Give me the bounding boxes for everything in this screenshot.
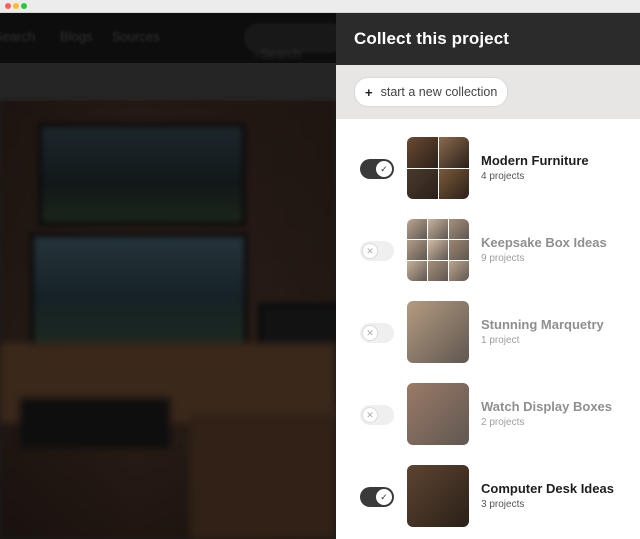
collection-name: Computer Desk Ideas — [481, 481, 614, 496]
collection-toggle[interactable]: ✕ — [360, 323, 394, 343]
collection-count: 4 projects — [481, 171, 525, 182]
collection-toggle[interactable]: ✕ — [360, 241, 394, 261]
collection-count: 1 project — [481, 335, 520, 346]
close-icon: ✕ — [362, 243, 378, 259]
panel-toolbar: + start a new collection — [336, 65, 640, 119]
collection-name: Keepsake Box Ideas — [481, 235, 607, 250]
close-icon: ✕ — [362, 325, 378, 341]
window-titlebar — [0, 0, 640, 13]
collection-count: 3 projects — [481, 499, 525, 510]
collection-row[interactable]: ✕ Watch Display Boxes 2 projects — [336, 383, 640, 447]
maximize-window-button[interactable] — [21, 3, 27, 9]
collection-row[interactable]: ✓ Modern Furniture 4 projects — [336, 137, 640, 201]
collection-name: Stunning Marquetry — [481, 317, 604, 332]
modal-overlay[interactable] — [0, 13, 336, 539]
new-collection-button[interactable]: + start a new collection — [354, 77, 509, 107]
thumbnail-image — [407, 465, 469, 527]
thumbnail-image — [428, 261, 448, 281]
collection-thumbnail — [407, 301, 469, 363]
thumbnail-image — [449, 240, 469, 260]
collection-thumbnail — [407, 383, 469, 445]
collection-thumbnail — [407, 137, 469, 199]
thumbnail-image — [449, 219, 469, 239]
thumbnail-image — [407, 168, 438, 199]
panel-title: Collect this project — [354, 29, 510, 48]
collection-name: Watch Display Boxes — [481, 399, 613, 414]
thumbnail-image — [438, 168, 469, 199]
background-page: Search Blogs Sources ⌕ Search — [0, 13, 336, 539]
minimize-window-button[interactable] — [13, 3, 19, 9]
thumbnail-image — [449, 261, 469, 281]
check-icon: ✓ — [376, 161, 392, 177]
collection-row[interactable]: ✓ Computer Desk Ideas 3 projects — [336, 465, 640, 529]
thumbnail-image — [407, 301, 469, 363]
check-icon: ✓ — [376, 489, 392, 505]
thumbnail-image — [428, 219, 448, 239]
thumbnail-image — [438, 137, 469, 168]
thumbnail-image — [407, 383, 469, 445]
panel-header: Collect this project — [336, 13, 640, 65]
collection-toggle[interactable]: ✕ — [360, 405, 394, 425]
thumbnail-image — [428, 240, 448, 260]
collection-count: 9 projects — [481, 253, 525, 264]
close-window-button[interactable] — [5, 3, 11, 9]
collection-toggle[interactable]: ✓ — [360, 487, 394, 507]
close-icon: ✕ — [362, 407, 378, 423]
thumbnail-image — [407, 219, 427, 239]
collection-row[interactable]: ✕ Stunning Marquetry 1 project — [336, 301, 640, 365]
collection-toggle[interactable]: ✓ — [360, 159, 394, 179]
collect-panel: Collect this project + start a new colle… — [336, 13, 640, 539]
collection-count: 2 projects — [481, 417, 525, 428]
thumbnail-image — [407, 261, 427, 281]
collection-row[interactable]: ✕ Keepsake Box Ideas 9 projects — [336, 219, 640, 283]
collection-thumbnail — [407, 219, 469, 281]
thumbnail-image — [407, 137, 438, 168]
thumbnail-image — [407, 240, 427, 260]
new-collection-label: start a new collection — [380, 85, 498, 99]
collection-name: Modern Furniture — [481, 153, 589, 168]
plus-icon: + — [365, 84, 373, 100]
collection-thumbnail — [407, 465, 469, 527]
